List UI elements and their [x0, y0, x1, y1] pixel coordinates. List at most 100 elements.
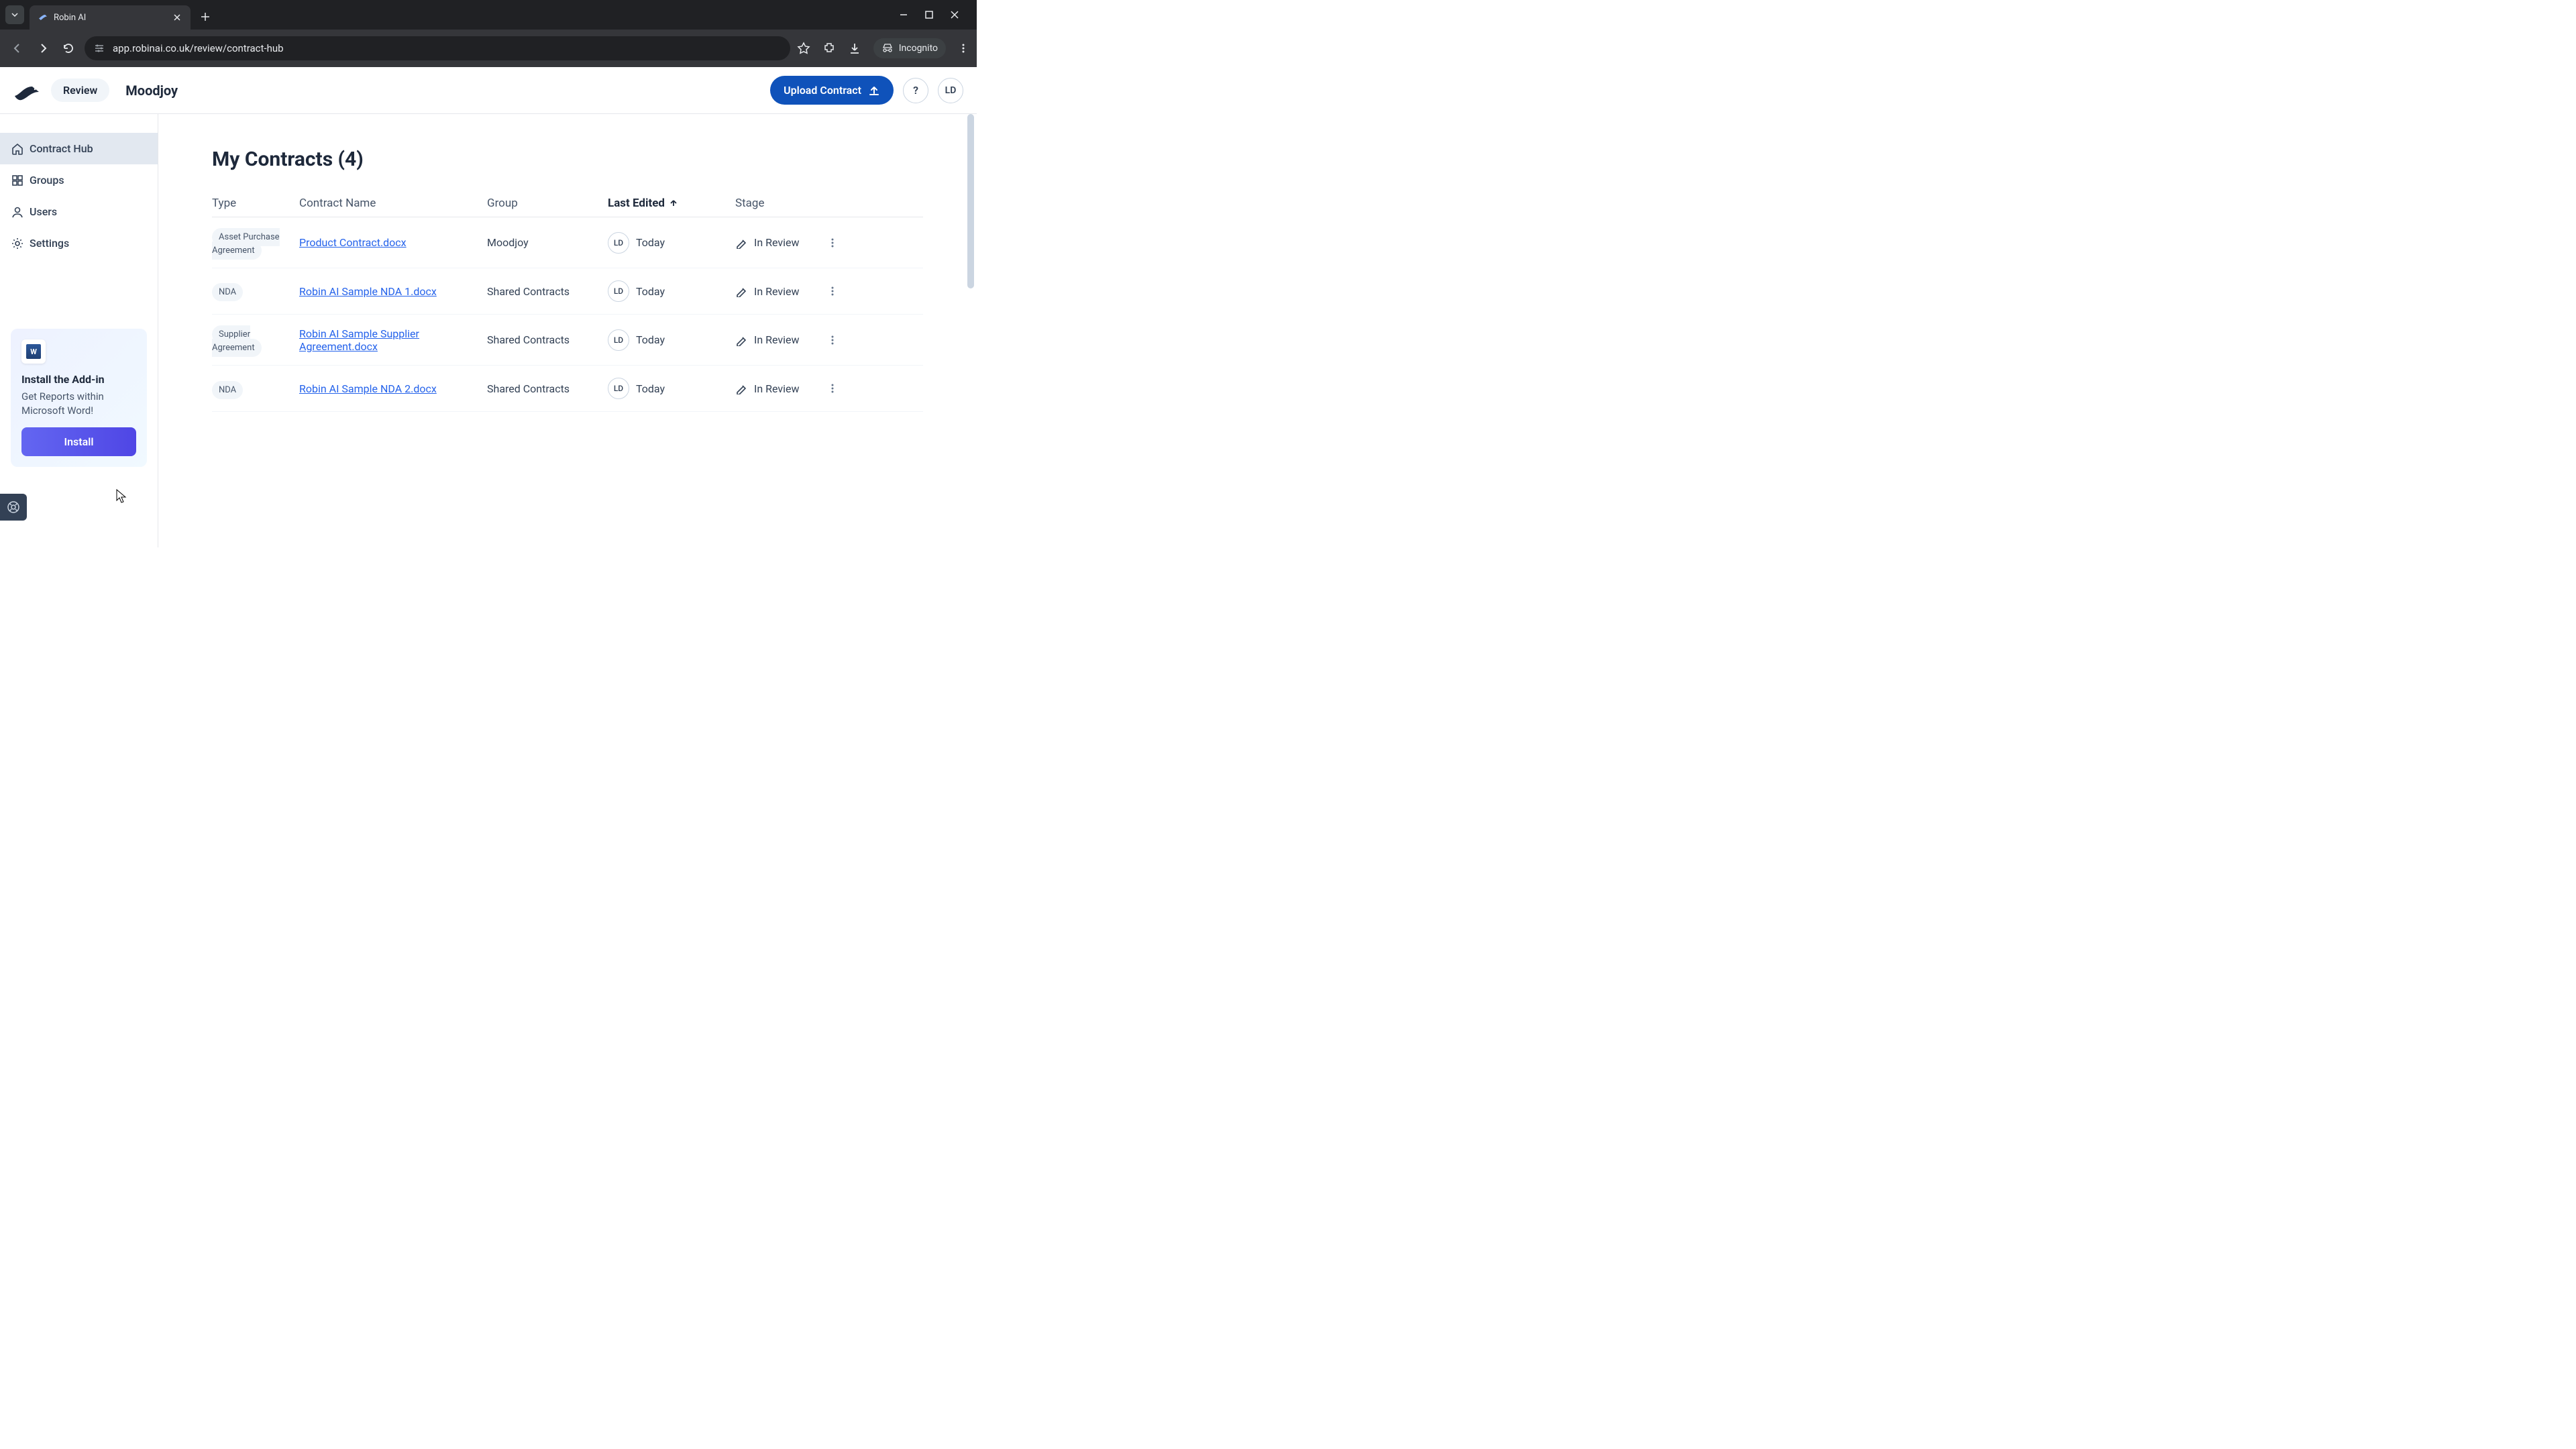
url-bar[interactable]: app.robinai.co.uk/review/contract-hub — [85, 36, 790, 60]
contracts-table: Type Contract Name Group Last Edited Sta… — [212, 190, 923, 412]
group-cell: Shared Contracts — [487, 333, 608, 346]
stage-cell: In Review — [735, 333, 822, 346]
gear-icon — [11, 237, 24, 250]
stage-cell: In Review — [735, 236, 822, 249]
edit-icon — [735, 237, 747, 249]
edited-cell: LD Today — [608, 329, 735, 351]
scrollbar[interactable] — [966, 114, 975, 547]
type-badge: NDA — [212, 283, 243, 301]
sidebar-item-contract-hub[interactable]: Contract Hub — [0, 133, 158, 164]
review-pill[interactable]: Review — [51, 78, 109, 102]
editor-avatar: LD — [608, 232, 629, 254]
incognito-icon — [881, 42, 894, 54]
lifebuoy-icon — [7, 500, 20, 514]
table-row: Supplier Agreement Robin AI Sample Suppl… — [212, 315, 923, 366]
app-body: Contract Hub Groups Users Settings W Ins… — [0, 114, 977, 547]
bookmark-button[interactable] — [797, 42, 810, 55]
browser-tab[interactable]: Robin AI — [30, 5, 191, 30]
url-bar-row: app.robinai.co.uk/review/contract-hub In… — [0, 30, 977, 67]
table-row: NDA Robin AI Sample NDA 2.docx Shared Co… — [212, 366, 923, 412]
group-cell: Shared Contracts — [487, 285, 608, 298]
extensions-button[interactable] — [822, 42, 836, 55]
editor-avatar: LD — [608, 280, 629, 302]
table-header: Type Contract Name Group Last Edited Sta… — [212, 190, 923, 217]
url-text: app.robinai.co.uk/review/contract-hub — [113, 42, 284, 54]
upload-icon — [868, 85, 880, 97]
browser-menu-button[interactable] — [958, 43, 969, 54]
incognito-label: Incognito — [899, 43, 938, 54]
editor-avatar: LD — [608, 329, 629, 351]
sidebar: Contract Hub Groups Users Settings W Ins… — [0, 114, 158, 547]
maximize-button[interactable] — [924, 10, 938, 19]
help-button[interactable]: ? — [903, 78, 928, 103]
edit-icon — [735, 334, 747, 346]
row-more-button[interactable] — [822, 237, 843, 248]
install-button[interactable]: Install — [21, 427, 136, 456]
sidebar-item-label: Groups — [30, 174, 64, 186]
minimize-button[interactable] — [899, 10, 912, 19]
user-icon — [11, 205, 24, 219]
sidebar-item-groups[interactable]: Groups — [0, 164, 158, 196]
close-tab-button[interactable] — [172, 12, 182, 23]
row-more-button[interactable] — [822, 383, 843, 394]
edited-cell: LD Today — [608, 232, 735, 254]
contract-link[interactable]: Product Contract.docx — [299, 236, 407, 249]
forward-button[interactable] — [34, 39, 52, 58]
table-row: NDA Robin AI Sample NDA 1.docx Shared Co… — [212, 268, 923, 315]
sidebar-item-users[interactable]: Users — [0, 196, 158, 227]
home-icon — [11, 142, 24, 156]
sidebar-item-label: Users — [30, 205, 57, 218]
app: Review Moodjoy Upload Contract ? LD Cont… — [0, 67, 977, 547]
url-actions: Incognito — [797, 38, 969, 58]
editor-avatar: LD — [608, 378, 629, 399]
contract-link[interactable]: Robin AI Sample NDA 1.docx — [299, 285, 437, 298]
scrollbar-thumb[interactable] — [967, 114, 974, 288]
support-fab[interactable] — [0, 494, 27, 521]
sidebar-item-settings[interactable]: Settings — [0, 227, 158, 259]
tab-bar: Robin AI — [0, 0, 977, 30]
app-header: Review Moodjoy Upload Contract ? LD — [0, 67, 977, 114]
type-badge: Asset Purchase Agreement — [212, 228, 280, 260]
row-more-button[interactable] — [822, 335, 843, 345]
sidebar-item-label: Contract Hub — [30, 142, 93, 155]
downloads-button[interactable] — [848, 42, 861, 55]
col-type[interactable]: Type — [212, 197, 299, 210]
grid-icon — [11, 174, 24, 187]
addin-desc: Get Reports within Microsoft Word! — [21, 390, 136, 418]
contract-link[interactable]: Robin AI Sample NDA 2.docx — [299, 382, 437, 395]
robin-logo-icon[interactable] — [13, 81, 40, 100]
window-controls — [899, 10, 971, 19]
close-window-button[interactable] — [950, 10, 963, 19]
sort-asc-icon — [669, 199, 678, 208]
col-group[interactable]: Group — [487, 197, 608, 210]
back-button[interactable] — [8, 39, 27, 58]
new-tab-button[interactable] — [196, 7, 215, 26]
browser-chrome: Robin AI app.robinai.co.uk/review/contra… — [0, 0, 977, 67]
stage-cell: In Review — [735, 285, 822, 298]
row-more-button[interactable] — [822, 286, 843, 297]
contract-link[interactable]: Robin AI Sample Supplier Agreement.docx — [299, 327, 419, 353]
stage-cell: In Review — [735, 382, 822, 395]
user-avatar[interactable]: LD — [938, 78, 963, 103]
org-name: Moodjoy — [125, 83, 178, 99]
reload-button[interactable] — [59, 39, 78, 58]
edit-icon — [735, 285, 747, 297]
sidebar-item-label: Settings — [30, 237, 69, 250]
site-settings-icon[interactable] — [94, 43, 106, 54]
group-cell: Moodjoy — [487, 236, 608, 249]
header-right: Upload Contract ? LD — [770, 76, 963, 105]
incognito-badge[interactable]: Incognito — [873, 38, 946, 58]
edit-icon — [735, 382, 747, 394]
upload-contract-button[interactable]: Upload Contract — [770, 76, 894, 105]
addin-title: Install the Add-in — [21, 373, 136, 386]
table-row: Asset Purchase Agreement Product Contrac… — [212, 217, 923, 268]
col-name[interactable]: Contract Name — [299, 197, 487, 210]
addin-card: W Install the Add-in Get Reports within … — [11, 329, 147, 467]
col-stage[interactable]: Stage — [735, 197, 822, 210]
col-edited[interactable]: Last Edited — [608, 197, 735, 210]
group-cell: Shared Contracts — [487, 382, 608, 395]
tab-dropdown-button[interactable] — [5, 5, 24, 24]
main-content: My Contracts (4) Type Contract Name Grou… — [158, 114, 977, 547]
edited-cell: LD Today — [608, 378, 735, 399]
word-icon: W — [21, 339, 46, 364]
